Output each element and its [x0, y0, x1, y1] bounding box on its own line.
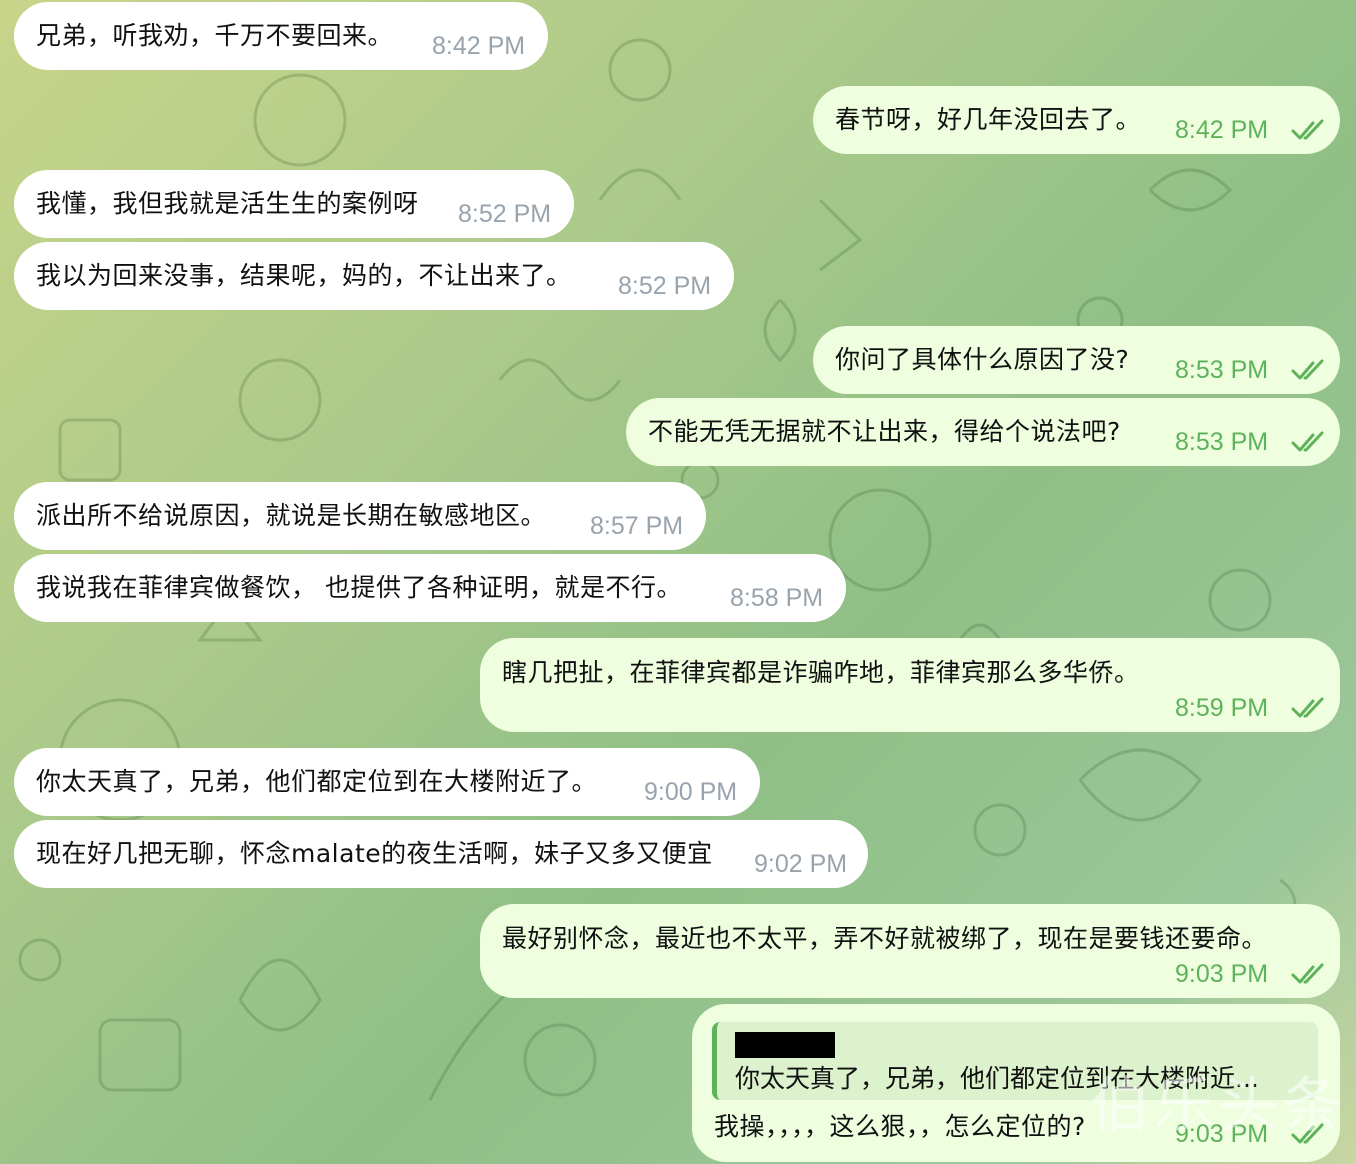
message-time: 8:57 PM: [590, 512, 684, 540]
message-time: 9:00 PM: [644, 778, 738, 806]
message-time: 8:58 PM: [730, 584, 824, 612]
message-bubble-incoming[interactable]: 我以为回来没事，结果呢，妈的，不让出来了。 8:52 PM: [14, 242, 734, 310]
redacted-sender-name: [735, 1032, 835, 1058]
message-time: 9:03 PM: [1175, 960, 1269, 988]
message-text: 我懂，我但我就是活生生的案例呀: [36, 189, 419, 218]
message-bubble-incoming[interactable]: 你太天真了，兄弟，他们都定位到在大楼附近了。 9:00 PM: [14, 748, 760, 816]
read-checkmarks-icon: [1291, 359, 1324, 380]
read-checkmarks-icon: [1291, 431, 1324, 452]
message-text: 你问了具体什么原因了没?: [835, 345, 1130, 374]
message-time: 9:03 PM: [1175, 1120, 1269, 1148]
message-text: 派出所不给说原因，就说是长期在敏感地区。: [36, 501, 547, 530]
message-bubble-incoming[interactable]: 兄弟，听我劝，千万不要回来。 8:42 PM: [14, 2, 548, 70]
message-bubble-outgoing[interactable]: 最好别怀念，最近也不太平，弄不好就被绑了，现在是要钱还要命。 9:03 PM: [480, 904, 1340, 998]
message-bubble-incoming[interactable]: 我懂，我但我就是活生生的案例呀 8:52 PM: [14, 170, 574, 238]
message-text: 你太天真了，兄弟，他们都定位到在大楼附近了。: [36, 767, 598, 796]
message-text: 春节呀，好几年没回去了。: [835, 105, 1142, 134]
message-bubble-outgoing[interactable]: 不能无凭无据就不让出来，得给个说法吧? 8:53 PM: [626, 398, 1340, 466]
message-bubble-outgoing[interactable]: 春节呀，好几年没回去了。 8:42 PM: [813, 86, 1340, 154]
read-checkmarks-icon: [1291, 1123, 1324, 1144]
message-time: 8:53 PM: [1175, 356, 1269, 384]
message-bubble-outgoing[interactable]: 你问了具体什么原因了没? 8:53 PM: [813, 326, 1340, 394]
message-text: 我说我在菲律宾做餐饮， 也提供了各种证明，就是不行。: [36, 573, 682, 602]
message-text: 瞎几把扯，在菲律宾都是诈骗咋地，菲律宾那么多华侨。: [502, 658, 1140, 687]
message-time: 8:59 PM: [1175, 694, 1269, 722]
message-text: 兄弟，听我劝，千万不要回来。: [36, 21, 394, 50]
read-checkmarks-icon: [1291, 697, 1324, 718]
message-bubble-outgoing[interactable]: 瞎几把扯，在菲律宾都是诈骗咋地，菲律宾那么多华侨。 8:59 PM: [480, 638, 1340, 732]
message-text: 我以为回来没事，结果呢，妈的，不让出来了。: [36, 261, 572, 290]
message-text: 我操，，，，这么狠，，怎么定位的?: [714, 1112, 1086, 1141]
message-text: 现在好几把无聊，怀念malate的夜生活啊，妹子又多又便宜: [36, 839, 713, 868]
read-checkmarks-icon: [1291, 119, 1324, 140]
message-bubble-incoming[interactable]: 现在好几把无聊，怀念malate的夜生活啊，妹子又多又便宜 9:02 PM: [14, 820, 868, 888]
reply-quote-text: 你太天真了，兄弟，他们都定位到在大楼附近...: [735, 1064, 1259, 1093]
message-time: 8:42 PM: [1175, 116, 1269, 144]
message-time: 8:52 PM: [618, 272, 712, 300]
message-text: 不能无凭无据就不让出来，得给个说法吧?: [648, 417, 1121, 446]
message-time: 8:42 PM: [432, 32, 526, 60]
message-time: 9:02 PM: [754, 850, 848, 878]
message-text: 最好别怀念，最近也不太平，弄不好就被绑了，现在是要钱还要命。: [502, 924, 1268, 953]
message-time: 8:52 PM: [458, 200, 552, 228]
message-bubble-outgoing-reply[interactable]: 你太天真了，兄弟，他们都定位到在大楼附近... 我操，，，，这么狠，，怎么定位的…: [692, 1004, 1340, 1162]
reply-quote[interactable]: 你太天真了，兄弟，他们都定位到在大楼附近...: [712, 1022, 1318, 1100]
message-bubble-incoming[interactable]: 派出所不给说原因，就说是长期在敏感地区。 8:57 PM: [14, 482, 706, 550]
message-bubble-incoming[interactable]: 我说我在菲律宾做餐饮， 也提供了各种证明，就是不行。 8:58 PM: [14, 554, 846, 622]
message-time: 8:53 PM: [1175, 428, 1269, 456]
read-checkmarks-icon: [1291, 963, 1324, 984]
